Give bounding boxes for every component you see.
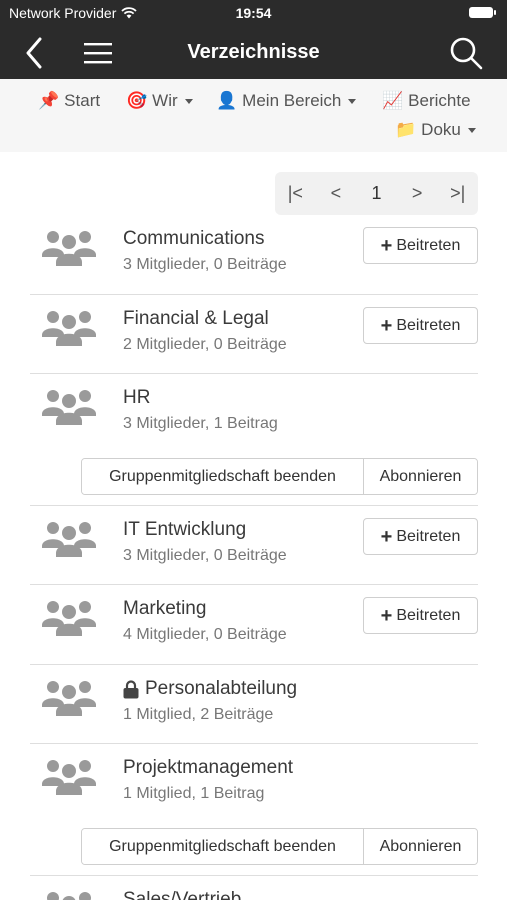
plus-icon: + <box>380 314 393 337</box>
prev-page-button[interactable]: < <box>316 172 357 215</box>
leave-group-button[interactable]: Gruppenmitgliedschaft beenden <box>82 459 364 494</box>
group-row-personalabteilung[interactable]: Personalabteilung 1 Mitglied, 2 Beiträge <box>30 665 478 744</box>
plus-icon: + <box>380 604 393 627</box>
lock-icon <box>123 679 139 698</box>
menu-item-start[interactable]: 📌 Start <box>38 91 100 111</box>
chart-increasing-icon: 📈 <box>382 91 404 110</box>
group-users-icon <box>42 681 96 716</box>
current-page[interactable]: 1 <box>356 172 397 215</box>
group-name[interactable]: Sales/Vertrieb <box>123 889 241 900</box>
menu-item-label: Berichte <box>408 91 471 110</box>
user-icon: 👤 <box>216 91 238 110</box>
last-page-button[interactable]: >| <box>437 172 478 215</box>
group-users-icon <box>42 601 96 636</box>
join-button[interactable]: + Beitreten <box>363 518 478 555</box>
menu-item-berichte[interactable]: 📈 Berichte <box>382 91 471 111</box>
main-menu: 📌 Start 🎯 Wir 👤 Mein Bereich 📈 Berichte … <box>0 79 507 152</box>
group-meta: 3 Mitglieder, 0 Beiträge <box>123 256 287 273</box>
group-name[interactable]: IT Entwicklung <box>123 519 246 541</box>
group-users-icon <box>42 311 96 346</box>
target-icon: 🎯 <box>126 91 148 110</box>
membership-actions: Gruppenmitgliedschaft beenden Abonnieren <box>81 828 478 865</box>
group-meta: 3 Mitglieder, 1 Beitrag <box>123 415 278 432</box>
subscribe-button[interactable]: Abonnieren <box>364 459 477 494</box>
group-meta: 2 Mitglieder, 0 Beiträge <box>123 336 287 353</box>
group-users-icon <box>42 390 96 425</box>
membership-actions: Gruppenmitgliedschaft beenden Abonnieren <box>81 458 478 495</box>
group-users-icon <box>42 231 96 266</box>
group-row-projektmanagement[interactable]: Projektmanagement 1 Mitglied, 1 Beitrag … <box>30 744 478 876</box>
first-page-button[interactable]: |< <box>275 172 316 215</box>
group-meta: 1 Mitglied, 2 Beiträge <box>123 706 274 723</box>
menu-item-wir[interactable]: 🎯 Wir <box>126 91 193 111</box>
search-button[interactable] <box>446 34 486 72</box>
dropdown-caret-icon <box>467 127 476 133</box>
battery-icon <box>469 7 496 18</box>
group-users-icon <box>47 892 91 900</box>
group-row-marketing[interactable]: Marketing 4 Mitglieder, 0 Beiträge + Beit… <box>30 585 478 665</box>
group-meta: 1 Mitglied, 1 Beitrag <box>123 785 265 802</box>
page-title: Verzeichnisse <box>187 41 320 63</box>
group-name[interactable]: Financial & Legal <box>123 308 269 330</box>
group-name[interactable]: HR <box>123 387 150 409</box>
menu-item-label: Doku <box>421 120 461 139</box>
plus-icon: + <box>380 234 393 257</box>
search-icon <box>450 37 483 70</box>
group-row-sales-vertrieb[interactable]: Sales/Vertrieb <box>30 876 478 900</box>
status-bar: Network Provider 19:54 <box>0 0 507 26</box>
group-meta: 3 Mitglieder, 0 Beiträge <box>123 547 287 564</box>
group-row-it-entwicklung[interactable]: IT Entwicklung 3 Mitglieder, 0 Beiträge … <box>30 506 478 585</box>
group-name[interactable]: Personalabteilung <box>123 678 297 700</box>
group-name[interactable]: Marketing <box>123 598 206 620</box>
group-users-icon <box>42 760 96 795</box>
pagination: |< < 1 > >| <box>275 172 478 215</box>
navigation-bar: Verzeichnisse <box>0 26 507 79</box>
group-users-icon <box>42 522 96 557</box>
subscribe-button[interactable]: Abonnieren <box>364 829 477 864</box>
join-button[interactable]: + Beitreten <box>363 597 478 634</box>
group-name[interactable]: Projektmanagement <box>123 757 293 779</box>
join-button[interactable]: + Beitreten <box>363 307 478 344</box>
join-button[interactable]: + Beitreten <box>363 227 478 264</box>
dropdown-caret-icon <box>348 98 357 104</box>
group-name[interactable]: Communications <box>123 228 265 250</box>
group-row-communications[interactable]: Communications 3 Mitglieder, 0 Beiträge … <box>30 215 478 295</box>
group-row-financial-legal[interactable]: Financial & Legal 2 Mitglieder, 0 Beiträ… <box>30 295 478 374</box>
clock: 19:54 <box>235 5 272 21</box>
group-row-hr[interactable]: HR 3 Mitglieder, 1 Beitrag Gruppenmitgli… <box>30 374 478 506</box>
menu-item-doku[interactable]: 📁 Doku <box>395 120 476 140</box>
dropdown-caret-icon <box>184 98 193 104</box>
next-page-button[interactable]: > <box>397 172 438 215</box>
menu-item-label: Wir <box>152 91 178 110</box>
plus-icon: + <box>380 525 393 548</box>
leave-group-button[interactable]: Gruppenmitgliedschaft beenden <box>82 829 364 864</box>
menu-item-label: Start <box>64 91 101 110</box>
pushpin-icon: 📌 <box>38 91 60 110</box>
group-meta: 4 Mitglieder, 0 Beiträge <box>123 626 287 643</box>
folder-icon: 📁 <box>395 120 417 139</box>
menu-item-label: Mein Bereich <box>242 91 342 110</box>
menu-item-mein-bereich[interactable]: 👤 Mein Bereich <box>216 91 357 111</box>
